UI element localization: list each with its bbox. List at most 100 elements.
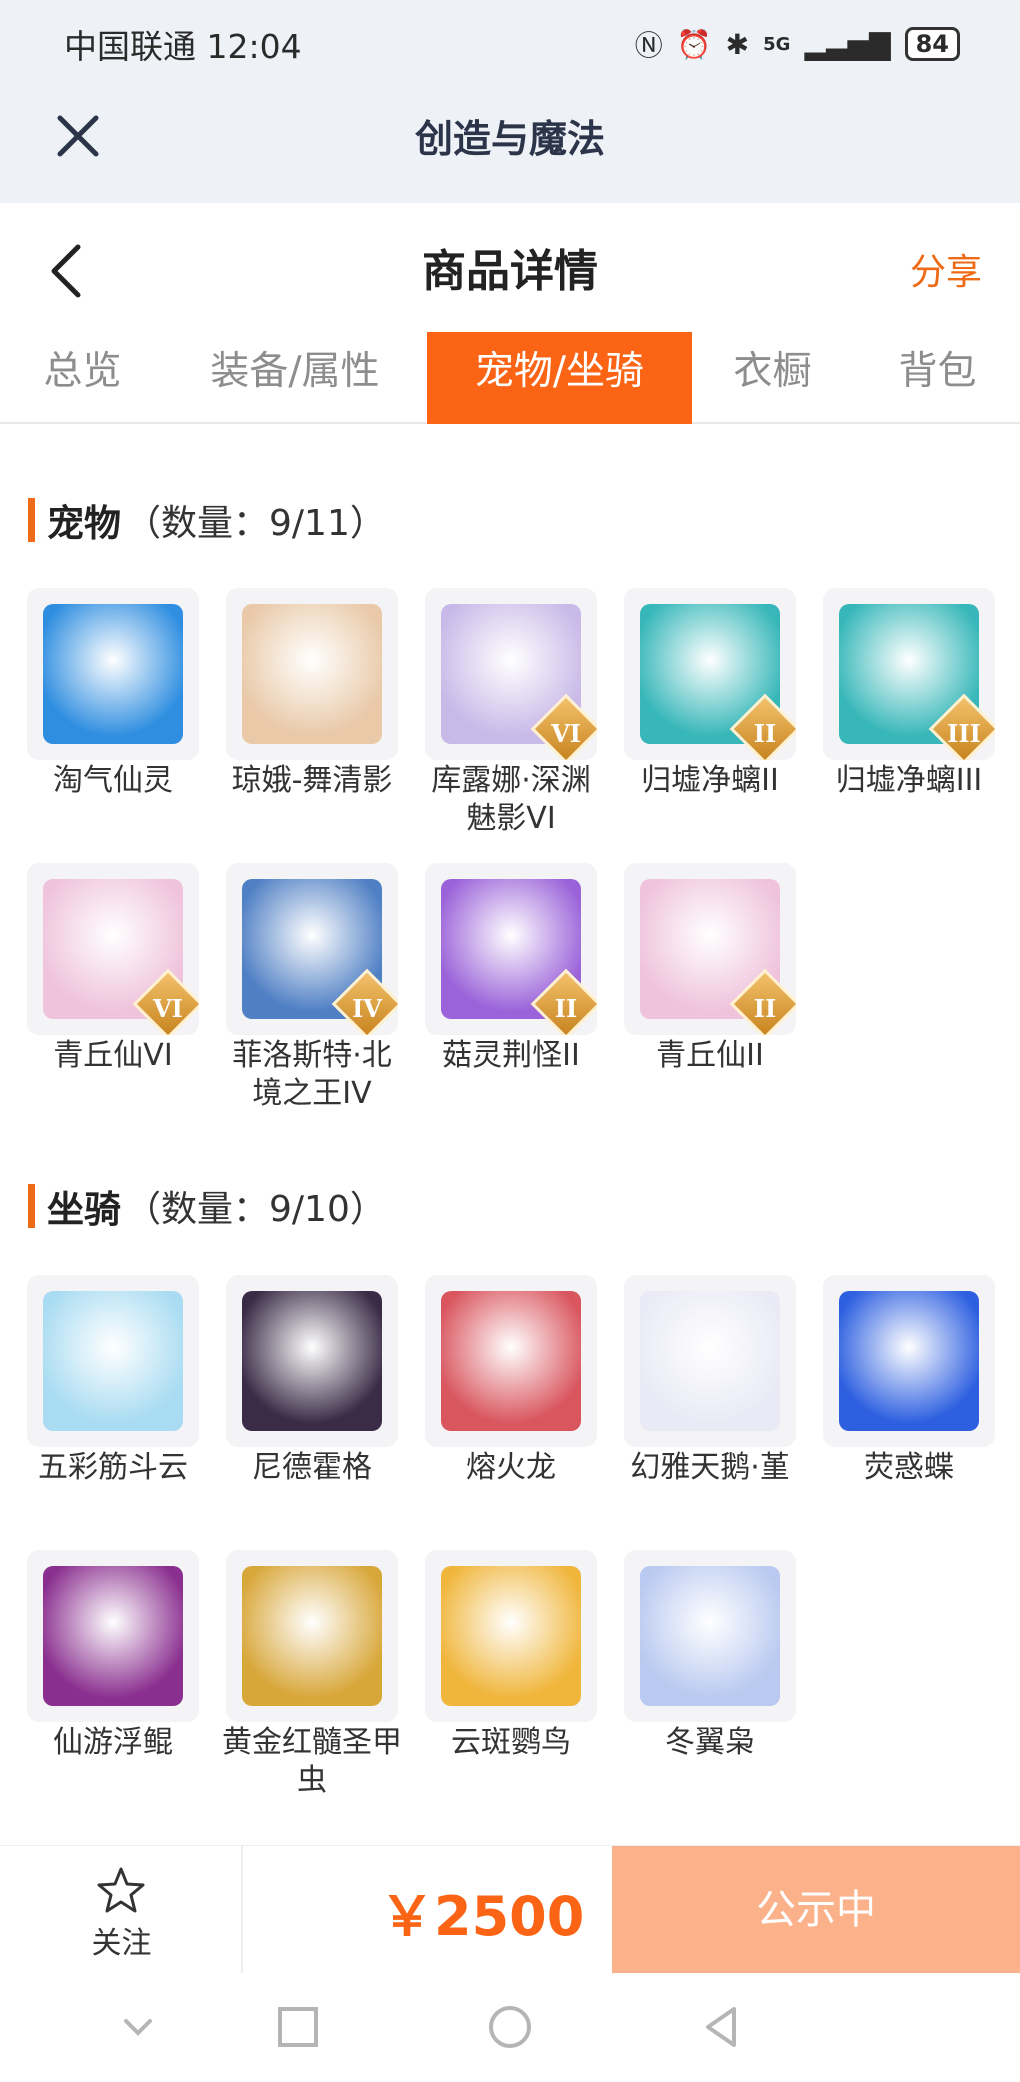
- item-thumbnail: [226, 1550, 398, 1722]
- chevron-down-icon[interactable]: [110, 1999, 166, 2055]
- golden-beetle-icon: [242, 1566, 382, 1706]
- item-name: 幻雅天鹅·堇: [630, 1450, 790, 1485]
- tier-badge-label: II: [554, 994, 578, 1023]
- swan-icon: [640, 1291, 780, 1431]
- back-triangle-icon[interactable]: [694, 1999, 750, 2055]
- item-name: 荧惑蝶: [864, 1450, 954, 1485]
- tier-badge-label: II: [753, 719, 777, 748]
- black-dragon-icon: [242, 1291, 382, 1431]
- item-thumbnail: VI: [425, 588, 597, 760]
- tab-pets-mounts[interactable]: 宠物/坐骑: [427, 332, 692, 424]
- mount-item[interactable]: 五彩筋斗云: [27, 1275, 199, 1550]
- item-thumbnail: II: [624, 588, 796, 760]
- webview-title: 创造与魔法: [414, 117, 605, 161]
- tab-backpack[interactable]: 背包: [880, 332, 995, 424]
- item-name: 仙游浮鲲: [53, 1725, 173, 1760]
- item-name: 菇灵荆怪II: [442, 1038, 580, 1073]
- item-name: 熔火龙: [466, 1450, 556, 1485]
- blue-puppy-icon: [43, 604, 183, 744]
- mount-item[interactable]: 幻雅天鹅·堇: [624, 1275, 796, 1550]
- price: ￥2500: [380, 1885, 585, 1948]
- page-title: 商品详情: [422, 246, 598, 297]
- pet-item[interactable]: IV 菲洛斯特·北境之王IV: [226, 863, 398, 1138]
- pets-title: 宠物: [47, 502, 121, 545]
- mounts-section-title: 坐骑 （数量：9/10）: [28, 1183, 386, 1231]
- nfc-icon: Ⓝ: [634, 29, 663, 62]
- item-thumbnail: [425, 1275, 597, 1447]
- battery-icon: 84: [904, 27, 960, 61]
- star-icon: [97, 1867, 145, 1913]
- page-header: 商品详情 分享: [0, 203, 1020, 329]
- item-name: 青丘仙VI: [53, 1038, 173, 1073]
- pet-item[interactable]: VI 青丘仙VI: [27, 863, 199, 1138]
- public-notice-button[interactable]: 公示中: [612, 1846, 1020, 1974]
- item-name: 青丘仙II: [656, 1038, 764, 1073]
- pet-item[interactable]: VI 库露娜·深渊魅影VI: [425, 588, 597, 863]
- item-thumbnail: [27, 1275, 199, 1447]
- recent-apps-icon[interactable]: [270, 1999, 326, 2055]
- mounts-grid: 五彩筋斗云 尼德霍格 熔火龙 幻雅天鹅·堇 荧惑蝶仙游浮鲲 黄金红髓圣甲虫 云斑鹦鸟 冬翼枭: [27, 1275, 997, 1825]
- item-name: 淘气仙灵: [53, 763, 173, 798]
- mount-item[interactable]: 冬翼枭: [624, 1550, 796, 1825]
- mount-item[interactable]: 尼德霍格: [226, 1275, 398, 1550]
- alarm-icon: ⏰: [676, 27, 712, 61]
- bluetooth-icon: ✱: [725, 27, 750, 61]
- item-name: 菲洛斯特·北境之王IV: [232, 1038, 392, 1111]
- tier-badge-label: III: [947, 719, 981, 748]
- item-thumbnail: [425, 1550, 597, 1722]
- blue-butterfly-icon: [839, 1291, 979, 1431]
- item-thumbnail: [624, 1550, 796, 1722]
- mount-item[interactable]: 荧惑蝶: [823, 1275, 995, 1550]
- top-shell: 中国联通 12:04 Ⓝ ⏰ ✱ 5G ▂▃▅▇ 84 创造与魔法: [0, 0, 1020, 203]
- pet-item[interactable]: 琼娥-舞清影: [226, 588, 398, 863]
- status-icons: Ⓝ ⏰ ✱ 5G ▂▃▅▇ 84: [635, 24, 960, 64]
- pet-item[interactable]: III 归墟净螭III: [823, 588, 995, 863]
- mount-item[interactable]: 熔火龙: [425, 1275, 597, 1550]
- tier-badge-label: IV: [352, 994, 382, 1023]
- home-icon[interactable]: [482, 1999, 538, 2055]
- tab-equipment[interactable]: 装备/属性: [190, 332, 400, 424]
- item-name: 归墟净螭II: [641, 763, 779, 798]
- snow-owl-icon: [640, 1566, 780, 1706]
- tab-wardrobe[interactable]: 衣橱: [715, 332, 830, 424]
- item-thumbnail: [823, 1275, 995, 1447]
- red-dragon-icon: [441, 1291, 581, 1431]
- parrot-icon: [441, 1566, 581, 1706]
- item-name: 云斑鹦鸟: [451, 1725, 571, 1760]
- follow-button[interactable]: 关注: [0, 1846, 243, 1974]
- item-name: 冬翼枭: [665, 1725, 755, 1760]
- item-thumbnail: IV: [226, 863, 398, 1035]
- item-name: 归墟净螭III: [835, 763, 983, 798]
- pets-count: （数量：9/11）: [125, 503, 386, 544]
- network-label: 5G: [763, 33, 791, 55]
- pet-item[interactable]: II 菇灵荆怪II: [425, 863, 597, 1138]
- mount-item[interactable]: 云斑鹦鸟: [425, 1550, 597, 1825]
- fairy-girl-icon: [242, 604, 382, 744]
- item-thumbnail: [27, 1550, 199, 1722]
- item-thumbnail: [226, 588, 398, 760]
- pet-item[interactable]: II 青丘仙II: [624, 863, 796, 1138]
- item-thumbnail: [27, 588, 199, 760]
- item-thumbnail: VI: [27, 863, 199, 1035]
- mounts-title: 坐骑: [47, 1188, 121, 1231]
- item-thumbnail: [226, 1275, 398, 1447]
- system-nav-bar: [0, 1973, 1020, 2082]
- tier-badge-label: VI: [153, 994, 183, 1023]
- tier-badge-label: II: [753, 994, 777, 1023]
- mount-item[interactable]: 黄金红髓圣甲虫: [222, 1550, 402, 1825]
- item-name: 黄金红髓圣甲虫: [222, 1725, 402, 1798]
- follow-label: 关注: [91, 1926, 152, 1961]
- cloud-icon: [43, 1291, 183, 1431]
- pet-item[interactable]: 淘气仙灵: [27, 588, 199, 863]
- tab-overview[interactable]: 总览: [20, 332, 145, 424]
- carrier-time: 中国联通 12:04: [64, 27, 302, 66]
- purple-fish-icon: [43, 1566, 183, 1706]
- mount-item[interactable]: 仙游浮鲲: [27, 1550, 199, 1825]
- signal-icon: ▂▃▅▇: [804, 27, 891, 61]
- pet-item[interactable]: II 归墟净螭II: [624, 588, 796, 863]
- section-accent-bar: [28, 498, 35, 542]
- status-bar: 中国联通 12:04 Ⓝ ⏰ ✱ 5G ▂▃▅▇ 84: [0, 0, 1020, 90]
- mounts-count: （数量：9/10）: [125, 1189, 386, 1230]
- share-button[interactable]: 分享: [910, 243, 982, 295]
- pets-grid: 淘气仙灵 琼娥-舞清影 VI 库露娜·深渊魅影VI II 归墟净螭II III 归墟净螭III…: [27, 588, 997, 1138]
